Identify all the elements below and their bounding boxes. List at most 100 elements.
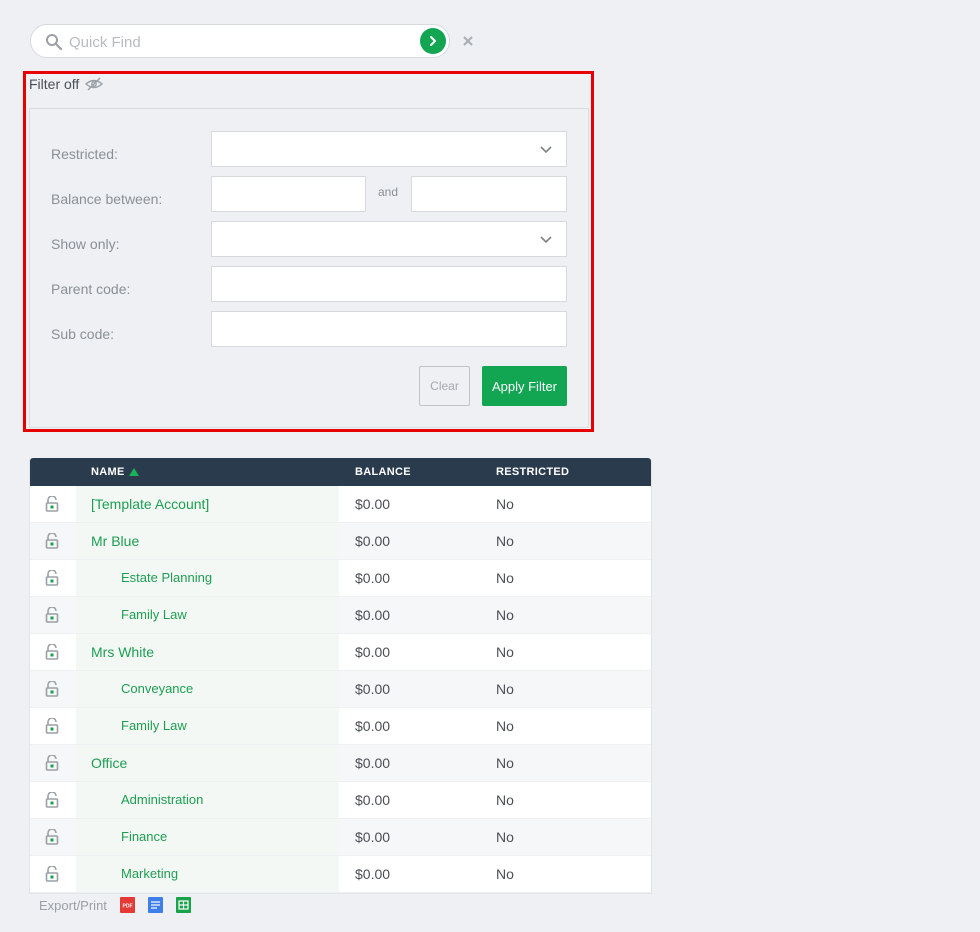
sub-code-field[interactable] (211, 311, 567, 347)
close-icon[interactable] (462, 35, 474, 47)
table-row[interactable]: Family Law $0.00 No (30, 708, 651, 745)
restricted-select[interactable] (211, 131, 567, 167)
restricted-value: No (496, 570, 514, 586)
table-row[interactable]: Marketing $0.00 No (30, 856, 651, 893)
table-row[interactable]: Mrs White $0.00 No (30, 634, 651, 671)
column-header-name[interactable]: NAME (91, 466, 139, 478)
parent-code-label: Parent code: (51, 281, 131, 297)
pdf-icon[interactable]: PDF (119, 897, 135, 913)
restricted-value: No (496, 792, 514, 808)
chevron-down-icon (540, 146, 552, 154)
unlock-icon[interactable] (45, 792, 59, 808)
search-icon (46, 34, 63, 51)
account-name-link[interactable]: Family Law (121, 607, 187, 622)
table-body: [Template Account] $0.00 No Mr Blue $0.00 No E… (30, 486, 651, 893)
restricted-value: No (496, 718, 514, 734)
unlock-icon[interactable] (45, 681, 59, 697)
spreadsheet-icon[interactable] (175, 897, 191, 913)
balance-min-field[interactable] (211, 176, 366, 212)
table-row[interactable]: Finance $0.00 No (30, 819, 651, 856)
balance-value: $0.00 (355, 570, 391, 586)
column-name-label: NAME (91, 466, 125, 478)
chevron-down-icon (540, 236, 552, 244)
column-header-restricted[interactable]: RESTRICTED (496, 466, 569, 478)
name-cell (76, 819, 339, 855)
name-cell (76, 856, 339, 892)
name-cell (76, 708, 339, 744)
balance-value: $0.00 (355, 533, 391, 549)
unlock-icon[interactable] (45, 570, 59, 586)
unlock-icon[interactable] (45, 718, 59, 734)
balance-max-field[interactable] (411, 176, 567, 212)
show-only-select[interactable] (211, 221, 567, 257)
unlock-icon[interactable] (45, 755, 59, 771)
parent-code-input[interactable] (212, 267, 566, 301)
restricted-value: No (496, 755, 514, 771)
export-print-label: Export/Print (39, 897, 107, 913)
unlock-icon[interactable] (45, 866, 59, 882)
account-name-link[interactable]: Family Law (121, 718, 187, 733)
balance-value: $0.00 (355, 829, 391, 845)
name-cell (76, 782, 339, 818)
column-header-balance[interactable]: BALANCE (355, 466, 411, 478)
account-name-link[interactable]: Mrs White (91, 644, 154, 660)
quick-find-go-button[interactable] (420, 28, 446, 54)
account-name-link[interactable]: Office (91, 755, 127, 771)
table-row[interactable]: Office $0.00 No (30, 745, 651, 782)
name-cell (76, 597, 339, 633)
balance-max-input[interactable] (412, 177, 566, 211)
restricted-value: No (496, 681, 514, 697)
restricted-value: No (496, 829, 514, 845)
sub-code-label: Sub code: (51, 326, 115, 342)
svg-text:PDF: PDF (122, 904, 132, 910)
and-label: and (378, 185, 399, 199)
table-row[interactable]: Administration $0.00 No (30, 782, 651, 819)
unlock-icon[interactable] (45, 533, 59, 549)
accounts-table: NAME BALANCE RESTRICTED [Template Accoun… (29, 458, 652, 894)
restricted-label: Restricted: (51, 146, 118, 162)
unlock-icon[interactable] (45, 496, 59, 512)
sort-ascending-icon (128, 468, 139, 476)
quick-find-input[interactable] (67, 27, 411, 57)
account-name-link[interactable]: Conveyance (121, 681, 193, 696)
table-header: NAME BALANCE RESTRICTED (30, 458, 651, 486)
restricted-value: No (496, 866, 514, 882)
balance-value: $0.00 (355, 718, 391, 734)
show-only-label: Show only: (51, 236, 120, 252)
filter-toggle[interactable]: Filter off (29, 76, 104, 92)
unlock-icon[interactable] (45, 607, 59, 623)
name-cell (76, 671, 339, 707)
table-row[interactable]: Family Law $0.00 No (30, 597, 651, 634)
unlock-icon[interactable] (45, 644, 59, 660)
balance-min-input[interactable] (212, 177, 365, 211)
balance-value: $0.00 (355, 792, 391, 808)
account-name-link[interactable]: [Template Account] (91, 496, 209, 512)
account-name-link[interactable]: Finance (121, 829, 167, 844)
filter-toggle-label: Filter off (29, 76, 80, 92)
table-row[interactable]: Mr Blue $0.00 No (30, 523, 651, 560)
table-row[interactable]: [Template Account] $0.00 No (30, 486, 651, 523)
account-name-link[interactable]: Marketing (121, 866, 178, 881)
balance-value: $0.00 (355, 866, 391, 882)
table-row[interactable]: Estate Planning $0.00 No (30, 560, 651, 597)
parent-code-field[interactable] (211, 266, 567, 302)
restricted-value: No (496, 644, 514, 660)
quick-find-bar (30, 24, 450, 58)
balance-value: $0.00 (355, 755, 391, 771)
sub-code-input[interactable] (212, 312, 566, 346)
account-name-link[interactable]: Administration (121, 792, 203, 807)
clear-button[interactable]: Clear (419, 366, 470, 406)
balance-label: Balance between: (51, 191, 163, 207)
account-name-link[interactable]: Estate Planning (121, 570, 212, 585)
restricted-value: No (496, 496, 514, 512)
export-print-bar: Export/Print PDF (39, 897, 191, 913)
document-icon[interactable] (147, 897, 163, 913)
table-row[interactable]: Conveyance $0.00 No (30, 671, 651, 708)
account-name-link[interactable]: Mr Blue (91, 533, 139, 549)
unlock-icon[interactable] (45, 829, 59, 845)
eye-off-icon (85, 77, 104, 91)
apply-filter-button[interactable]: Apply Filter (482, 366, 567, 406)
balance-value: $0.00 (355, 607, 391, 623)
restricted-value: No (496, 607, 514, 623)
balance-value: $0.00 (355, 644, 391, 660)
